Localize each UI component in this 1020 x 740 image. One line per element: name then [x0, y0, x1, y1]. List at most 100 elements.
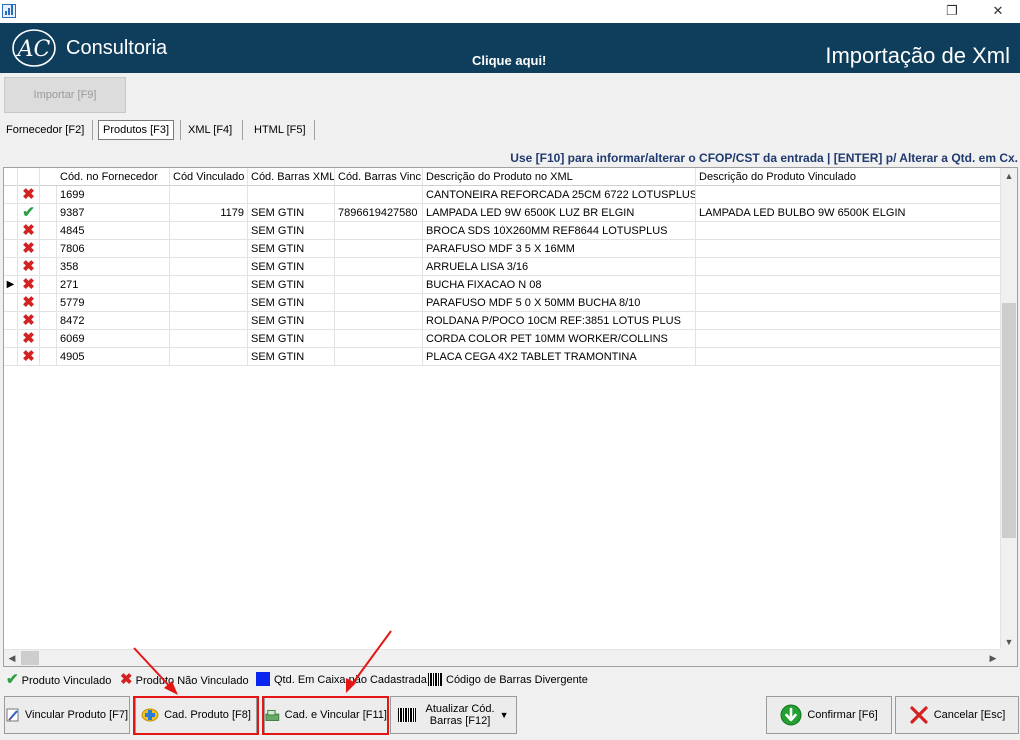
- tab-html[interactable]: HTML [F5]: [250, 120, 310, 140]
- barras-vinc-cell[interactable]: [335, 258, 423, 276]
- desc-xml-cell[interactable]: ARRUELA LISA 3/16: [423, 258, 696, 276]
- cod-vinculado-cell[interactable]: [170, 276, 248, 294]
- spacer-cell[interactable]: [40, 330, 57, 348]
- barras-vinc-cell[interactable]: [335, 276, 423, 294]
- desc-xml-cell[interactable]: CANTONEIRA REFORCADA 25CM 6722 LOTUSPLUS: [423, 186, 696, 204]
- desc-xml-cell[interactable]: PARAFUSO MDF 3 5 X 16MM: [423, 240, 696, 258]
- vincular-produto-button[interactable]: Vincular Produto [F7]: [4, 696, 130, 734]
- status-cell[interactable]: ✖: [18, 330, 40, 348]
- spacer-cell[interactable]: [40, 276, 57, 294]
- table-row[interactable]: ✖ 8472 SEM GTIN ROLDANA P/POCO 10CM REF:385…: [4, 312, 1001, 330]
- cod-fornecedor-cell[interactable]: 8472: [57, 312, 170, 330]
- row-indicator[interactable]: [4, 348, 18, 366]
- desc-vinculado-cell[interactable]: [696, 312, 1001, 330]
- cod-fornecedor-cell[interactable]: 4845: [57, 222, 170, 240]
- cod-vinculado-cell[interactable]: [170, 258, 248, 276]
- desc-vinculado-cell[interactable]: [696, 258, 1001, 276]
- status-cell[interactable]: ✖: [18, 294, 40, 312]
- barras-xml-cell[interactable]: SEM GTIN: [248, 258, 335, 276]
- barras-xml-cell[interactable]: SEM GTIN: [248, 294, 335, 312]
- grid-horizontal-scrollbar[interactable]: ◀ ▶: [4, 649, 1001, 666]
- column-header-cod-vinculado[interactable]: Cód Vinculado: [170, 168, 248, 186]
- restore-window-button[interactable]: ❐: [940, 2, 964, 20]
- spacer-cell[interactable]: [40, 294, 57, 312]
- barras-xml-cell[interactable]: SEM GTIN: [248, 330, 335, 348]
- cod-fornecedor-cell[interactable]: 7806: [57, 240, 170, 258]
- barras-vinc-cell[interactable]: [335, 240, 423, 258]
- row-indicator[interactable]: ▶: [4, 276, 18, 294]
- table-row[interactable]: ✔ 9387 1179 SEM GTIN 7896619427580 LAMPADA LE…: [4, 204, 1001, 222]
- cod-vinculado-cell[interactable]: 1179: [170, 204, 248, 222]
- desc-vinculado-cell[interactable]: [696, 276, 1001, 294]
- table-row[interactable]: ✖ 4905 SEM GTIN PLACA CEGA 4X2 TABLET TRAMO…: [4, 348, 1001, 366]
- products-grid[interactable]: Cód. no Fornecedor Cód Vinculado Cód. Ba…: [3, 167, 1018, 667]
- row-indicator[interactable]: [4, 312, 18, 330]
- table-row[interactable]: ✖ 4845 SEM GTIN BROCA SDS 10X260MM REF8644 …: [4, 222, 1001, 240]
- desc-vinculado-cell[interactable]: [696, 240, 1001, 258]
- row-indicator[interactable]: [4, 204, 18, 222]
- desc-xml-cell[interactable]: BROCA SDS 10X260MM REF8644 LOTUSPLUS: [423, 222, 696, 240]
- cod-fornecedor-cell[interactable]: 358: [57, 258, 170, 276]
- barras-vinc-cell[interactable]: [335, 186, 423, 204]
- column-header-barras-xml[interactable]: Cód. Barras XML: [248, 168, 335, 186]
- chevron-down-icon[interactable]: ▼: [500, 710, 509, 720]
- desc-vinculado-cell[interactable]: [696, 330, 1001, 348]
- status-cell[interactable]: ✖: [18, 276, 40, 294]
- desc-xml-cell[interactable]: LAMPADA LED 9W 6500K LUZ BR ELGIN: [423, 204, 696, 222]
- cod-vinculado-cell[interactable]: [170, 348, 248, 366]
- column-header-desc-xml[interactable]: Descrição do Produto no XML: [423, 168, 696, 186]
- atualizar-barras-button[interactable]: Atualizar Cód. Barras [F12] ▼: [390, 696, 517, 734]
- status-cell[interactable]: ✖: [18, 186, 40, 204]
- cod-fornecedor-cell[interactable]: 6069: [57, 330, 170, 348]
- spacer-cell[interactable]: [40, 240, 57, 258]
- barras-vinc-cell[interactable]: [335, 330, 423, 348]
- cod-fornecedor-cell[interactable]: 5779: [57, 294, 170, 312]
- spacer-cell[interactable]: [40, 204, 57, 222]
- cod-fornecedor-cell[interactable]: 4905: [57, 348, 170, 366]
- desc-xml-cell[interactable]: CORDA COLOR PET 10MM WORKER/COLLINS: [423, 330, 696, 348]
- click-here-link[interactable]: Clique aqui!: [472, 53, 546, 68]
- barras-vinc-cell[interactable]: [335, 222, 423, 240]
- cod-fornecedor-cell[interactable]: 1699: [57, 186, 170, 204]
- desc-vinculado-cell[interactable]: LAMPADA LED BULBO 9W 6500K ELGIN: [696, 204, 1001, 222]
- barras-xml-cell[interactable]: SEM GTIN: [248, 348, 335, 366]
- cod-vinculado-cell[interactable]: [170, 240, 248, 258]
- grid-vertical-scrollbar[interactable]: ▲ ▼: [1000, 168, 1017, 650]
- import-button[interactable]: Importar [F9]: [4, 77, 126, 113]
- desc-vinculado-cell[interactable]: [696, 348, 1001, 366]
- column-header-desc-vinculado[interactable]: Descrição do Produto Vinculado: [696, 168, 1001, 186]
- desc-vinculado-cell[interactable]: [696, 186, 1001, 204]
- scroll-up-icon[interactable]: ▲: [1001, 168, 1017, 184]
- barras-xml-cell[interactable]: SEM GTIN: [248, 312, 335, 330]
- cod-fornecedor-cell[interactable]: 271: [57, 276, 170, 294]
- barras-xml-cell[interactable]: [248, 186, 335, 204]
- scroll-down-icon[interactable]: ▼: [1001, 634, 1017, 650]
- status-cell[interactable]: ✖: [18, 240, 40, 258]
- tab-produtos[interactable]: Produtos [F3]: [98, 120, 175, 140]
- column-header-cod-fornecedor[interactable]: Cód. no Fornecedor: [57, 168, 170, 186]
- row-indicator[interactable]: [4, 294, 18, 312]
- barras-xml-cell[interactable]: SEM GTIN: [248, 240, 335, 258]
- status-cell[interactable]: ✖: [18, 312, 40, 330]
- barras-vinc-cell[interactable]: [335, 348, 423, 366]
- barras-vinc-cell[interactable]: [335, 294, 423, 312]
- barras-xml-cell[interactable]: SEM GTIN: [248, 276, 335, 294]
- desc-xml-cell[interactable]: PARAFUSO MDF 5 0 X 50MM BUCHA 8/10: [423, 294, 696, 312]
- spacer-cell[interactable]: [40, 312, 57, 330]
- cod-fornecedor-cell[interactable]: 9387: [57, 204, 170, 222]
- table-row[interactable]: ✖ 6069 SEM GTIN CORDA COLOR PET 10MM WORKER…: [4, 330, 1001, 348]
- row-indicator[interactable]: [4, 258, 18, 276]
- barras-vinc-cell[interactable]: [335, 312, 423, 330]
- tab-xml[interactable]: XML [F4]: [184, 120, 236, 140]
- status-cell[interactable]: ✖: [18, 222, 40, 240]
- desc-xml-cell[interactable]: ROLDANA P/POCO 10CM REF:3851 LOTUS PLUS: [423, 312, 696, 330]
- close-window-button[interactable]: ✕: [986, 2, 1010, 20]
- scroll-left-icon[interactable]: ◀: [4, 650, 20, 666]
- cod-vinculado-cell[interactable]: [170, 222, 248, 240]
- table-row[interactable]: ▶ ✖ 271 SEM GTIN BUCHA FIXACAO N 08: [4, 276, 1001, 294]
- tab-fornecedor[interactable]: Fornecedor [F2]: [2, 120, 88, 140]
- table-row[interactable]: ✖ 358 SEM GTIN ARRUELA LISA 3/16: [4, 258, 1001, 276]
- row-indicator[interactable]: [4, 222, 18, 240]
- table-row[interactable]: ✖ 7806 SEM GTIN PARAFUSO MDF 3 5 X 16MM: [4, 240, 1001, 258]
- vertical-scroll-thumb[interactable]: [1002, 303, 1016, 538]
